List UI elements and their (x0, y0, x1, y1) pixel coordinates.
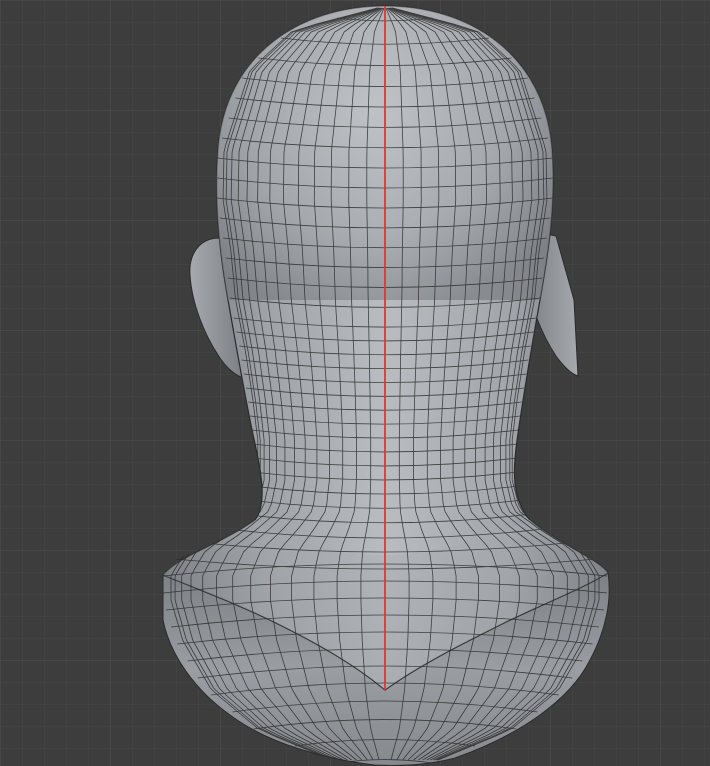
viewport-canvas[interactable] (0, 0, 710, 766)
3d-viewport[interactable] (0, 0, 710, 766)
